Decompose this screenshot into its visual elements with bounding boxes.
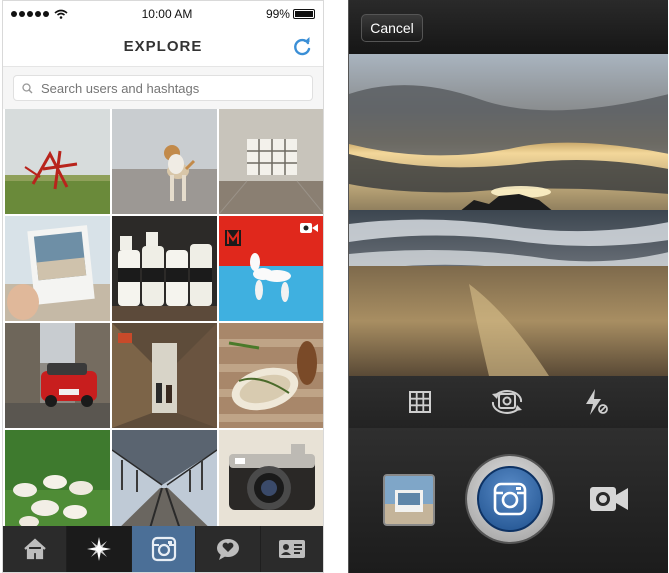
search-icon <box>22 82 33 93</box>
search-bar <box>3 67 323 109</box>
photo-polaroid[interactable] <box>5 216 110 321</box>
battery-percent: 99% <box>265 7 290 21</box>
tab-bar <box>3 526 323 572</box>
tab-profile[interactable] <box>261 526 323 572</box>
home-icon <box>23 538 46 560</box>
tab-home[interactable] <box>3 526 68 572</box>
photo-train-station[interactable] <box>112 430 217 535</box>
camera-top-bar: Cancel <box>349 0 668 54</box>
battery-icon <box>292 9 315 19</box>
photo-empty-room[interactable] <box>219 109 323 214</box>
status-bar: 10:00 AM 99% <box>3 1 323 27</box>
signal-icon <box>11 9 68 19</box>
photo-balloon-dog[interactable] <box>219 216 323 321</box>
photo-camera[interactable] <box>219 430 323 535</box>
photo-milk-bottles[interactable] <box>112 216 217 321</box>
page-title: EXPLORE <box>123 38 203 55</box>
gallery-thumbnail[interactable] <box>383 474 435 526</box>
flash-off-icon[interactable] <box>583 388 609 416</box>
photo-alley[interactable] <box>112 323 217 428</box>
photo-dog-beach[interactable] <box>112 109 217 214</box>
camera-icon <box>151 536 176 562</box>
refresh-icon[interactable] <box>291 36 313 58</box>
video-camera-icon <box>590 487 628 511</box>
photo-grid <box>3 109 323 535</box>
photo-red-car[interactable] <box>5 323 110 428</box>
photo-red-sculpture[interactable] <box>5 109 110 214</box>
video-mode-button[interactable] <box>589 484 629 519</box>
camera-icon <box>493 482 527 516</box>
photo-toast[interactable] <box>219 323 323 428</box>
activity-icon <box>216 539 239 560</box>
shutter-button[interactable] <box>467 456 553 542</box>
grid-icon[interactable] <box>408 390 432 414</box>
status-time: 10:00 AM <box>141 7 193 21</box>
photo-puppies[interactable] <box>5 430 110 535</box>
shutter-inner <box>477 466 543 532</box>
camera-controls <box>349 428 668 573</box>
nav-bar: EXPLORE <box>3 27 323 67</box>
explore-icon <box>87 537 112 561</box>
camera-screen: Cancel <box>348 0 668 573</box>
camera-tools <box>349 376 668 428</box>
wifi-icon <box>54 9 68 19</box>
cancel-button[interactable]: Cancel <box>361 14 423 42</box>
search-field[interactable] <box>13 75 313 101</box>
tab-activity[interactable] <box>196 526 261 572</box>
video-indicator-icon <box>300 223 318 233</box>
search-input[interactable] <box>41 80 301 96</box>
tab-explore[interactable] <box>67 526 132 572</box>
profile-icon <box>279 540 306 558</box>
flip-camera-icon[interactable] <box>489 388 525 416</box>
camera-viewfinder <box>349 54 668 376</box>
tab-camera[interactable] <box>131 526 197 572</box>
explore-screen: 10:00 AM 99% EXPLORE <box>2 0 324 573</box>
